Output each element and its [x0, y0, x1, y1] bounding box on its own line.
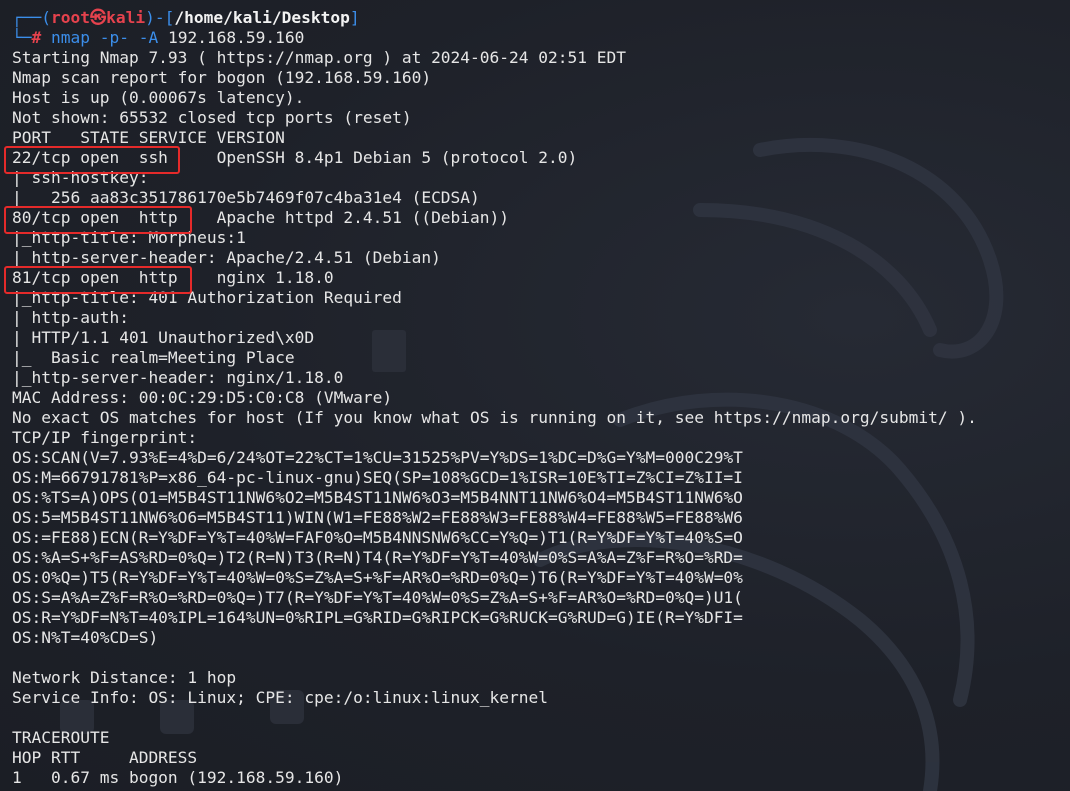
fingerprint-line: OS:SCAN(V=7.93%E=4%D=6/24%OT=22%CT=1%CU=…	[12, 448, 743, 467]
prompt-frame-close: ]	[349, 8, 360, 27]
output-line: Nmap scan report for bogon (192.168.59.1…	[12, 68, 432, 87]
traceroute-hop: 1 0.67 ms bogon (192.168.59.160)	[12, 768, 344, 787]
output-line: Service Info: OS: Linux; CPE: cpe:/o:lin…	[12, 688, 549, 707]
output-line: Starting Nmap 7.93 ( https://nmap.org ) …	[12, 48, 626, 67]
fingerprint-line: OS:S=A%A=Z%F=R%O=%RD=0%Q=)T7(R=Y%DF=Y%T=…	[12, 588, 743, 607]
output-line: Network Distance: 1 hop	[12, 668, 237, 687]
output-line: | http-auth:	[12, 308, 129, 327]
prompt-line-2: └─# nmap -p- -A 192.168.59.160	[12, 28, 977, 48]
fingerprint-line: OS:=FE88)ECN(R=Y%DF=Y%T=40%W=FAF0%O=M5B4…	[12, 528, 743, 547]
prompt-hash: #	[31, 28, 42, 47]
highlight-box-port-22	[4, 146, 180, 174]
command-args: -p- -A	[89, 28, 168, 47]
highlight-box-port-80	[4, 206, 192, 234]
fingerprint-line: OS:5=M5B4ST11NW6%O6=M5B4ST11)WIN(W1=FE88…	[12, 508, 743, 527]
output-line: Host is up (0.00067s latency).	[12, 88, 305, 107]
traceroute-heading: TRACEROUTE	[12, 728, 110, 747]
prompt-at-icon: ㉿	[89, 8, 107, 27]
prompt-host: kali	[106, 8, 146, 27]
fingerprint-line: OS:R=Y%DF=N%T=40%IPL=164%UN=0%RIPL=G%RID…	[12, 608, 743, 627]
highlight-box-port-81	[4, 266, 192, 294]
fingerprint-line: OS:N%T=40%CD=S)	[12, 628, 159, 647]
prompt-frame-bottom: └─	[12, 28, 32, 47]
command-target: 192.168.59.160	[167, 28, 305, 47]
output-line: | HTTP/1.1 401 Unauthorized\x0D	[12, 328, 315, 347]
output-line: |_ 256 aa83c351786170e5b7469f07c4ba31e4 …	[12, 188, 480, 207]
output-line: Not shown: 65532 closed tcp ports (reset…	[12, 108, 412, 127]
fingerprint-line: OS:0%Q=)T5(R=Y%DF=Y%T=40%W=0%S=Z%A=S+%F=…	[12, 568, 743, 587]
prompt-user: root	[50, 8, 90, 27]
port-table-header: PORT STATE SERVICE VERSION	[12, 128, 285, 147]
output-line: No exact OS matches for host (If you kno…	[12, 408, 977, 427]
prompt-frame-middle: )-[	[145, 8, 175, 27]
prompt-path: /home/kali/Desktop	[174, 8, 350, 27]
command-name: nmap	[51, 28, 90, 47]
output-line: |_ Basic realm=Meeting Place	[12, 348, 295, 367]
traceroute-header: HOP RTT ADDRESS	[12, 748, 198, 767]
output-line: TCP/IP fingerprint:	[12, 428, 198, 447]
terminal-output[interactable]: ┌──(root㉿kali)-[/home/kali/Desktop] └─# n…	[12, 8, 977, 788]
output-line: |_http-server-header: nginx/1.18.0	[12, 368, 344, 387]
fingerprint-line: OS:M=66791781%P=x86_64-pc-linux-gnu)SEQ(…	[12, 468, 743, 487]
terminal-window[interactable]: ┌──(root㉿kali)-[/home/kali/Desktop] └─# n…	[0, 0, 1070, 791]
fingerprint-line: OS:%TS=A)OPS(O1=M5B4ST11NW6%O2=M5B4ST11N…	[12, 488, 743, 507]
fingerprint-line: OS:%A=S+%F=AS%RD=0%Q=)T2(R=N)T3(R=N)T4(R…	[12, 548, 743, 567]
mac-address-line: MAC Address: 00:0C:29:D5:C0:C8 (VMware)	[12, 388, 393, 407]
output-line: |_http-server-header: Apache/2.4.51 (Deb…	[12, 248, 441, 267]
prompt-frame: ┌──(	[12, 8, 51, 27]
prompt-line-1: ┌──(root㉿kali)-[/home/kali/Desktop]	[12, 8, 977, 28]
